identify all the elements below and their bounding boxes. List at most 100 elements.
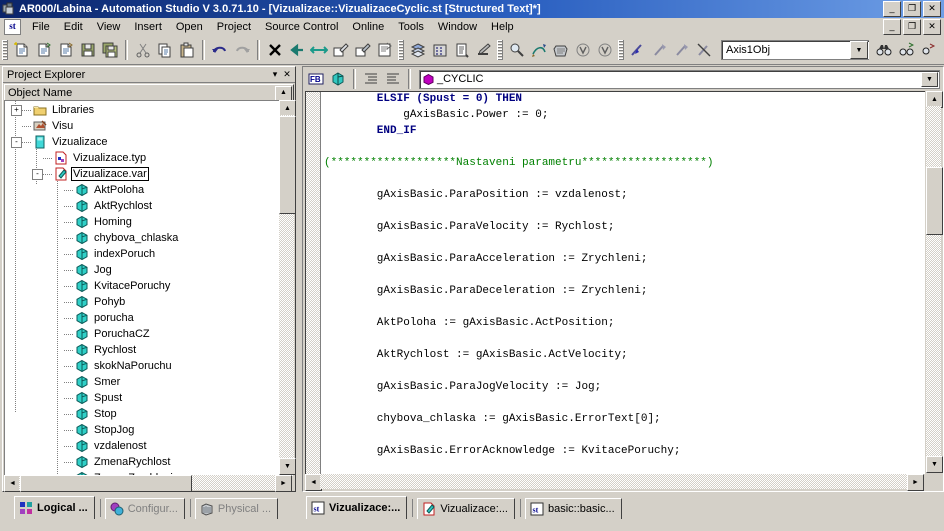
copy-icon[interactable]	[154, 39, 176, 61]
tree-item-vzdalenost[interactable]: vzdalenost	[5, 438, 293, 454]
tab-configur-[interactable]: Configur...	[104, 498, 185, 519]
scroll-thumb[interactable]	[20, 475, 192, 492]
help-arrow-icon[interactable]	[917, 39, 939, 61]
menu-item-view[interactable]: View	[90, 20, 128, 34]
sort-ascending-icon[interactable]: ▲	[275, 85, 292, 101]
panel-close-icon[interactable]: ✕	[281, 69, 293, 80]
tree-item-jog[interactable]: Jog	[5, 262, 293, 278]
scroll-down-button[interactable]: ▼	[279, 458, 296, 475]
code-content[interactable]: ELSIF (Spust = 0) THEN gAxisBasic.Power …	[324, 92, 713, 474]
tree-item-aktrychlost[interactable]: AktRychlost	[5, 198, 293, 214]
menu-item-source-control[interactable]: Source Control	[258, 20, 345, 34]
toolbar-grip[interactable]	[497, 40, 503, 60]
tab-logical-[interactable]: Logical ...	[14, 496, 95, 519]
open-file-icon[interactable]	[33, 39, 55, 61]
scroll-thumb[interactable]	[279, 116, 296, 214]
mdi-restore-button[interactable]: ❐	[903, 19, 921, 35]
cut-icon[interactable]	[132, 39, 154, 61]
transfer-icon[interactable]	[473, 39, 495, 61]
mdi-minimize-button[interactable]: _	[883, 19, 901, 35]
edit-pencil-alt-icon[interactable]	[352, 39, 374, 61]
paste-icon[interactable]	[176, 39, 198, 61]
editor-vertical-scrollbar[interactable]: ▲ ▼	[926, 91, 943, 473]
menu-item-open[interactable]: Open	[169, 20, 210, 34]
tree-item-aktpoloha[interactable]: AktPoloha	[5, 182, 293, 198]
tree-item-skoknaporuchu[interactable]: skokNaPoruchu	[5, 358, 293, 374]
find-icon[interactable]	[506, 39, 528, 61]
tree-item-stop[interactable]: Stop	[5, 406, 293, 422]
menu-item-window[interactable]: Window	[431, 20, 484, 34]
st-document-icon[interactable]: st	[4, 19, 21, 35]
variable-declaration-icon[interactable]	[327, 68, 349, 90]
scroll-track[interactable]	[320, 474, 909, 489]
menu-item-help[interactable]: Help	[484, 20, 521, 34]
tree-item-spust[interactable]: Spust	[5, 390, 293, 406]
tree-item-libraries[interactable]: + Libraries	[5, 102, 293, 118]
function-block-icon[interactable]: FB	[305, 68, 327, 90]
tree-item-kvitaceporuchy[interactable]: KvitacePoruchy	[5, 278, 293, 294]
scroll-down-button[interactable]: ▼	[926, 456, 943, 473]
delete-icon[interactable]	[264, 39, 286, 61]
tree-item-pohyb[interactable]: Pohyb	[5, 294, 293, 310]
menu-item-project[interactable]: Project	[210, 20, 258, 34]
project-tree[interactable]: + Libraries Visu - Vizualizace Vizualizace.ty…	[4, 100, 293, 476]
tree-item-rychlost[interactable]: Rychlost	[5, 342, 293, 358]
scroll-thumb[interactable]	[926, 167, 943, 235]
tab-physical-[interactable]: Physical ...	[194, 498, 279, 519]
save-all-icon[interactable]	[99, 39, 121, 61]
open-file-alt-icon[interactable]	[55, 39, 77, 61]
tree-item-vizualizace-typ[interactable]: Vizualizace.typ	[5, 150, 293, 166]
binoculars-icon[interactable]	[873, 39, 895, 61]
tree-item-homing[interactable]: Homing	[5, 214, 293, 230]
scroll-track[interactable]	[926, 106, 941, 458]
properties-icon[interactable]	[374, 39, 396, 61]
save-icon[interactable]	[77, 39, 99, 61]
binoculars-next-icon[interactable]	[895, 39, 917, 61]
tab-vizualizace-[interactable]: st Vizualizace:...	[306, 496, 408, 519]
chevron-down-icon[interactable]: ▼	[850, 41, 868, 59]
editor-horizontal-scrollbar[interactable]: ◄ ►	[305, 474, 924, 491]
toolbar-grip[interactable]	[618, 40, 624, 60]
menu-item-online[interactable]: Online	[345, 20, 391, 34]
debug-run-icon[interactable]	[627, 39, 649, 61]
tree-item-poruchacz[interactable]: PoruchaCZ	[5, 326, 293, 342]
scope-combo[interactable]: _CYCLIC ▼	[419, 69, 940, 89]
tab-basic-basic-[interactable]: st basic::basic...	[525, 498, 622, 519]
tree-item-visu[interactable]: Visu	[5, 118, 293, 134]
build-all-icon[interactable]	[429, 39, 451, 61]
indent-icon[interactable]	[360, 68, 382, 90]
tree-item-stopjog[interactable]: StopJog	[5, 422, 293, 438]
collapse-icon[interactable]: -	[32, 168, 43, 180]
verify-v2-icon[interactable]	[594, 39, 616, 61]
code-text-area[interactable]: ELSIF (Spust = 0) THEN gAxisBasic.Power …	[305, 91, 925, 474]
verify-v-icon[interactable]	[572, 39, 594, 61]
compile-icon[interactable]	[451, 39, 473, 61]
menu-item-insert[interactable]: Insert	[127, 20, 169, 34]
outdent-icon[interactable]	[382, 68, 404, 90]
edit-pencil-icon[interactable]	[330, 39, 352, 61]
chevron-down-icon[interactable]: ▼	[921, 71, 938, 87]
expand-icon[interactable]: +	[11, 104, 22, 116]
toolbar-grip[interactable]	[398, 40, 404, 60]
menu-item-file[interactable]: File	[25, 20, 57, 34]
watch-icon[interactable]	[528, 39, 550, 61]
tree-item-porucha[interactable]: porucha	[5, 310, 293, 326]
mdi-close-button[interactable]: ✕	[923, 19, 941, 35]
debug-step-over-icon[interactable]	[671, 39, 693, 61]
scroll-right-button[interactable]: ►	[907, 474, 924, 491]
explorer-horizontal-scrollbar[interactable]: ◄ ►	[4, 475, 292, 492]
debug-stop-icon[interactable]	[693, 39, 715, 61]
collapse-icon[interactable]: -	[11, 136, 22, 148]
menu-item-edit[interactable]: Edit	[57, 20, 90, 34]
monitor-icon[interactable]	[550, 39, 572, 61]
panel-menu-icon[interactable]: ▾	[269, 69, 281, 80]
restore-button[interactable]: ❐	[903, 1, 921, 17]
tree-item-zmenarychlost[interactable]: ZmenaRychlost	[5, 454, 293, 470]
redo-icon[interactable]	[231, 39, 253, 61]
build-layers-icon[interactable]	[407, 39, 429, 61]
tree-item-indexporuch[interactable]: indexPoruch	[5, 246, 293, 262]
tree-item-chybova-chlaska[interactable]: chybova_chlaska	[5, 230, 293, 246]
tree-item-vizualizace[interactable]: - Vizualizace	[5, 134, 293, 150]
toolbar-grip[interactable]	[2, 40, 8, 60]
back-arrow-icon[interactable]	[286, 39, 308, 61]
